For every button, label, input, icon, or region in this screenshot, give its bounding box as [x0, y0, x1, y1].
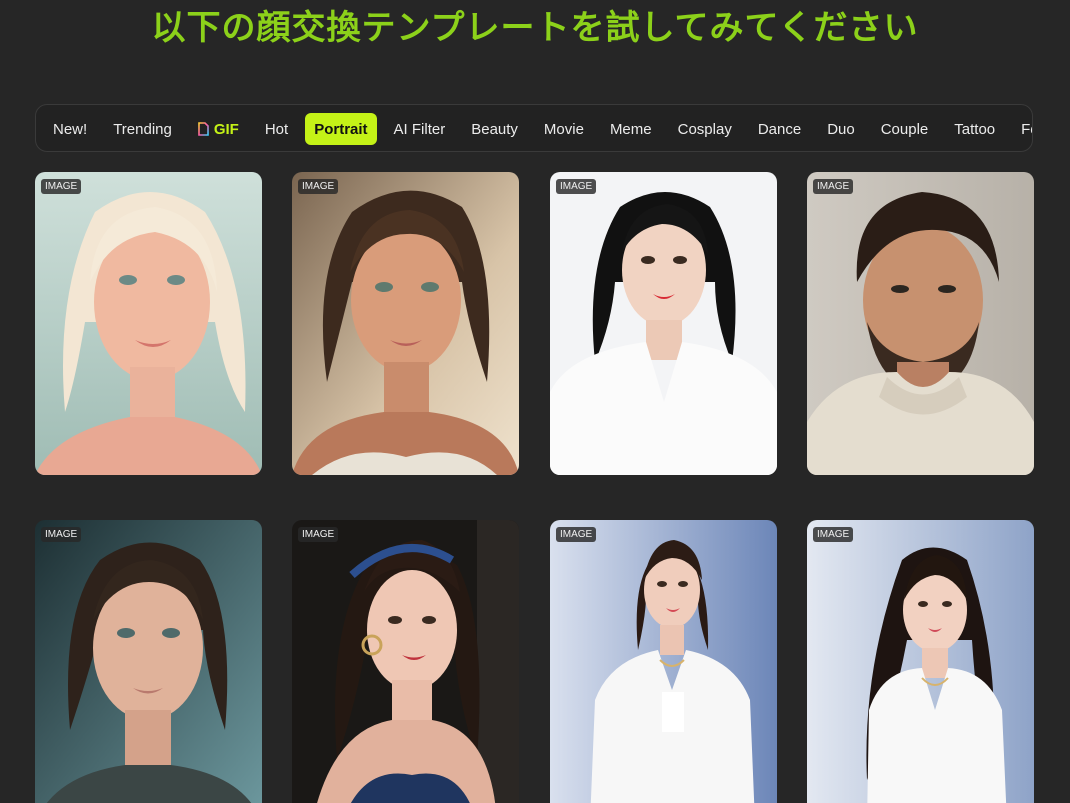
tab-label: Hot — [264, 120, 289, 138]
image-type-badge: IMAGE — [813, 179, 854, 194]
tab-new[interactable]: New! — [44, 113, 96, 145]
tab-label: Movie — [543, 120, 584, 138]
image-type-badge: IMAGE — [298, 179, 339, 194]
image-type-badge: IMAGE — [41, 179, 82, 194]
template-card[interactable]: IMAGE — [292, 172, 519, 475]
portrait-image — [807, 172, 1034, 475]
tab-fe[interactable]: Fe — [1012, 113, 1032, 145]
tab-label: Meme — [609, 120, 652, 138]
template-card[interactable]: IMAGE — [292, 520, 519, 803]
portrait-image — [292, 172, 519, 475]
gif-file-icon — [198, 122, 209, 136]
tab-label: Fe — [1021, 120, 1032, 138]
image-type-badge: IMAGE — [813, 527, 854, 542]
tab-cosplay[interactable]: Cosplay — [669, 113, 741, 145]
tab-label: New! — [53, 120, 88, 138]
image-type-badge: IMAGE — [556, 179, 597, 194]
portrait-image — [807, 520, 1034, 803]
page: 以下の顔交換テンプレートを試してみてください New! Trending GIF… — [0, 0, 1070, 803]
portrait-image — [550, 520, 777, 803]
portrait-image — [292, 520, 519, 803]
tab-label: Tattoo — [954, 120, 996, 138]
portrait-image — [35, 520, 262, 803]
tab-label: Duo — [827, 120, 855, 138]
template-card[interactable]: IMAGE — [35, 520, 262, 803]
template-card[interactable]: IMAGE — [550, 172, 777, 475]
tab-hot[interactable]: Hot — [256, 113, 297, 145]
tab-dance[interactable]: Dance — [749, 113, 810, 145]
tab-label: Beauty — [471, 120, 518, 138]
template-card[interactable]: IMAGE — [35, 172, 262, 475]
tab-label: Trending — [113, 120, 172, 138]
category-tab-bar: New! Trending GIF Hot Portrait AI Filter… — [35, 104, 1033, 152]
category-tabs: New! Trending GIF Hot Portrait AI Filter… — [44, 113, 1032, 145]
portrait-image — [35, 172, 262, 475]
tab-gif[interactable]: GIF — [189, 113, 248, 145]
template-card[interactable]: IMAGE — [550, 520, 777, 803]
tab-label: Cosplay — [677, 120, 732, 138]
page-headline: 以下の顔交換テンプレートを試してみてください — [151, 8, 919, 48]
template-card[interactable]: IMAGE — [807, 520, 1034, 803]
tab-beauty[interactable]: Beauty — [462, 113, 527, 145]
tab-label: GIF — [213, 120, 239, 138]
tab-label: AI Filter — [393, 120, 446, 138]
tab-label: Dance — [757, 120, 802, 138]
tab-ai-filter[interactable]: AI Filter — [385, 113, 455, 145]
template-card[interactable]: IMAGE — [807, 172, 1034, 475]
tab-meme[interactable]: Meme — [601, 113, 661, 145]
image-type-badge: IMAGE — [556, 527, 597, 542]
tab-portrait[interactable]: Portrait — [305, 113, 377, 145]
tab-trending[interactable]: Trending — [104, 113, 181, 145]
image-type-badge: IMAGE — [41, 527, 82, 542]
tab-label: Portrait — [314, 120, 368, 138]
tab-movie[interactable]: Movie — [535, 113, 593, 145]
image-type-badge: IMAGE — [298, 527, 339, 542]
portrait-image — [550, 172, 777, 475]
tab-tattoo[interactable]: Tattoo — [945, 113, 1004, 145]
tab-label: Couple — [880, 120, 929, 138]
tab-duo[interactable]: Duo — [818, 113, 864, 145]
tab-couple[interactable]: Couple — [872, 113, 938, 145]
